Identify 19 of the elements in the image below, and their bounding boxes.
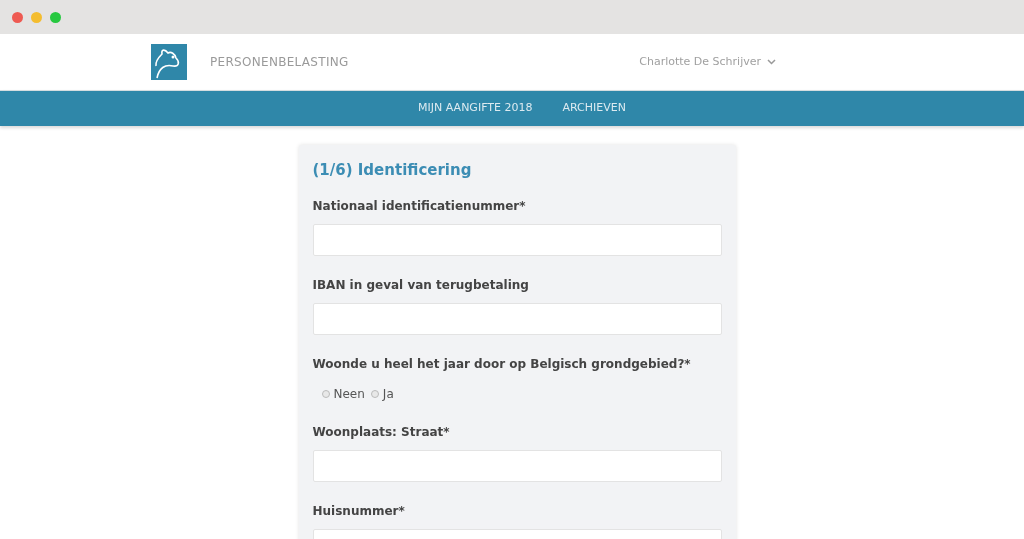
user-menu[interactable]: Charlotte De Schrijver <box>639 53 776 71</box>
app-name: PERSONENBELASTING <box>210 54 349 71</box>
radio-button[interactable] <box>321 389 330 398</box>
radio-label: Neen <box>333 385 365 403</box>
field-label: Nationaal identificatienummer* <box>312 197 527 215</box>
squirrel-logo-icon <box>151 44 187 80</box>
chevron-down-icon <box>767 59 776 65</box>
input-field[interactable] <box>312 223 722 256</box>
radio-button[interactable] <box>370 389 379 398</box>
field-label: Huisnummer* <box>312 502 406 520</box>
radio-label: Ja <box>382 385 394 403</box>
form-title: (1/6) Identificering <box>312 160 473 181</box>
nav-tab[interactable]: ARCHIEVEN <box>562 100 626 117</box>
field-label: IBAN in geval van terugbetaling <box>312 276 530 294</box>
field-label: Woonplaats: Straat* <box>312 423 451 441</box>
input-field[interactable] <box>312 449 722 482</box>
field-label: Woonde u heel het jaar door op Belgisch grondgebied?* <box>312 355 692 373</box>
nav-tab[interactable]: MIJN AANGIFTE 2018 <box>418 100 533 117</box>
input-field[interactable] <box>312 302 722 335</box>
